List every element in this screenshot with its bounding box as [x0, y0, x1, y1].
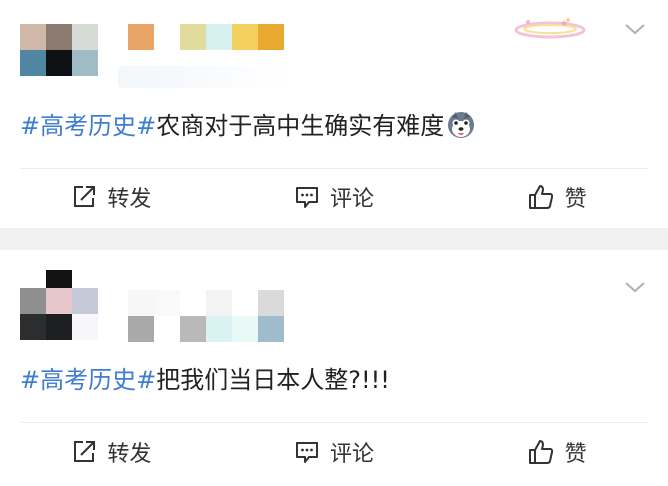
comment-icon: [296, 442, 318, 463]
svg-text:★: ★: [560, 19, 568, 29]
repost-button[interactable]: 转发: [0, 424, 223, 480]
chevron-down-icon[interactable]: [624, 22, 646, 36]
comment-button[interactable]: 评论: [223, 424, 446, 480]
post-meta: [128, 316, 284, 342]
comment-label: 评论: [330, 187, 375, 212]
avatar[interactable]: [20, 288, 98, 340]
like-button[interactable]: 赞: [445, 424, 668, 480]
divider: [20, 422, 648, 423]
post-content: #高考历史#农商对于高中生确实有难度: [20, 110, 476, 142]
thumbs-up-icon: [528, 185, 553, 209]
comment-label: 评论: [330, 442, 375, 467]
username[interactable]: [128, 24, 284, 50]
comment-button[interactable]: 评论: [223, 169, 446, 225]
like-label: 赞: [564, 187, 587, 212]
post-content: #高考历史#把我们当日本人整?!!!: [20, 364, 390, 396]
topic-link[interactable]: #高考历史#: [20, 112, 156, 140]
repost-label: 转发: [107, 187, 152, 212]
feed-post: ★ #高考历史#农商对于高中生确实有难度 转发 评论 赞: [0, 0, 668, 228]
avatar-top-patch: [46, 270, 72, 288]
topic-link[interactable]: #高考历史#: [20, 366, 156, 394]
thumbs-up-icon: [528, 440, 553, 464]
post-text: 把我们当日本人整?!!!: [156, 366, 390, 394]
username[interactable]: [128, 290, 284, 316]
post-text: 农商对于高中生确实有难度: [156, 112, 445, 140]
husky-face-emoji-icon: [448, 112, 475, 138]
repost-label: 转发: [107, 442, 152, 467]
action-bar: 转发 评论 赞: [0, 424, 668, 480]
chevron-down-icon[interactable]: [624, 280, 646, 294]
like-button[interactable]: 赞: [445, 169, 668, 225]
action-bar: 转发 评论 赞: [0, 169, 668, 225]
post-separator: [0, 228, 668, 250]
badge-sticker-icon: ★: [514, 18, 586, 39]
comment-icon: [296, 187, 318, 208]
repost-button[interactable]: 转发: [0, 169, 223, 225]
avatar[interactable]: [20, 24, 98, 76]
repost-icon: [74, 441, 96, 462]
like-label: 赞: [564, 442, 587, 467]
feed-post: #高考历史#把我们当日本人整?!!! 转发 评论 赞: [0, 250, 668, 486]
repost-icon: [74, 186, 96, 207]
post-meta: [118, 66, 288, 88]
